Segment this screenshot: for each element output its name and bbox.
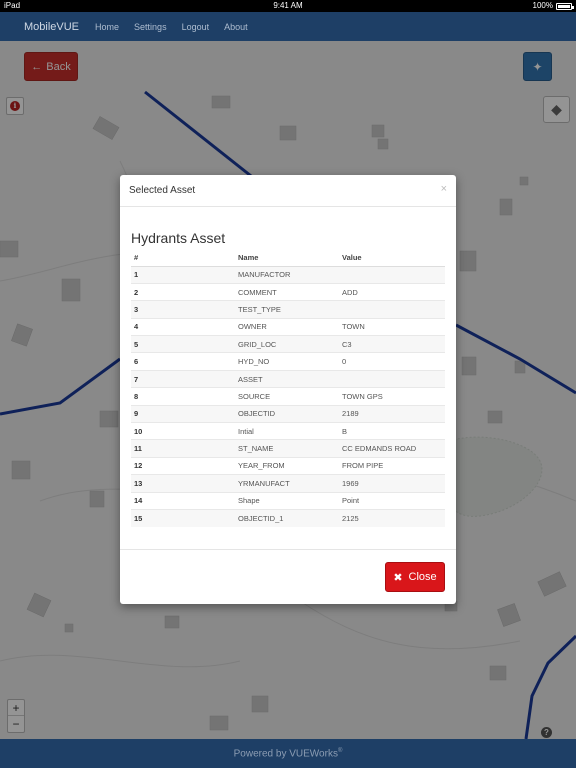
cell-name: MANUFACTOR — [235, 265, 339, 284]
app-brand[interactable]: MobileVUE — [24, 21, 79, 33]
table-row: 14 Shape Point — [131, 491, 445, 510]
battery-icon — [556, 2, 574, 10]
cell-name: OBJECTID_1 — [235, 508, 339, 527]
cell-value: ADD — [339, 282, 445, 301]
cell-value: FROM PIPE — [339, 456, 445, 475]
cell-value: Point — [339, 491, 445, 510]
clock: 9:41 AM — [273, 1, 303, 10]
cell-name: Intial — [235, 422, 339, 440]
top-navbar: MobileVUE Home Settings Logout About — [0, 12, 576, 41]
cell-name: HYD_NO — [235, 352, 339, 371]
table-row: 7 ASSET — [131, 369, 445, 388]
modal-title: Selected Asset — [129, 185, 196, 196]
cell-value — [339, 300, 445, 319]
cell-value: 2125 — [339, 508, 445, 527]
cell-value: B — [339, 422, 445, 440]
table-row: 10 Intial B — [131, 422, 445, 440]
cell-name: OWNER — [235, 317, 339, 336]
cell-number: 13 — [131, 474, 235, 493]
cell-number: 2 — [131, 282, 235, 301]
cell-value: 0 — [339, 352, 445, 371]
close-button[interactable]: ✖ Close — [385, 562, 445, 592]
table-row: 15 OBJECTID_1 2125 — [131, 508, 445, 527]
column-header-number: # — [131, 250, 235, 267]
table-row: 1 MANUFACTOR — [131, 265, 445, 284]
cell-value: TOWN — [339, 317, 445, 336]
registered-mark: ® — [337, 748, 343, 754]
table-row: 13 YRMANUFACT 1969 — [131, 474, 445, 493]
table-row: 5 GRID_LOC C3 — [131, 335, 445, 353]
cell-number: 12 — [131, 456, 235, 475]
cell-name: TEST_TYPE — [235, 300, 339, 319]
close-x-icon: ✖ — [393, 571, 403, 584]
table-row: 3 TEST_TYPE — [131, 300, 445, 319]
footer: Powered by VUEWorks® — [0, 739, 576, 768]
cell-number: 9 — [131, 404, 235, 423]
close-button-label: Close — [408, 571, 437, 583]
cell-number: 14 — [131, 491, 235, 510]
selected-asset-modal: Selected Asset × Hydrants Asset # Name V… — [120, 175, 456, 604]
cell-number: 7 — [131, 369, 235, 388]
battery-indicator: 100% — [532, 0, 574, 12]
nav-about[interactable]: About — [224, 22, 248, 32]
cell-number: 15 — [131, 508, 235, 527]
cell-value: TOWN GPS — [339, 387, 445, 406]
cell-name: YEAR_FROM — [235, 456, 339, 475]
table-row: 11 ST_NAME CC EDMANDS ROAD — [131, 439, 445, 458]
cell-name: GRID_LOC — [235, 335, 339, 353]
table-row: 12 YEAR_FROM FROM PIPE — [131, 456, 445, 475]
nav-home[interactable]: Home — [95, 22, 119, 32]
nav-logout[interactable]: Logout — [182, 22, 210, 32]
table-row: 9 OBJECTID 2189 — [131, 404, 445, 423]
modal-footer-divider — [120, 549, 456, 550]
cell-name: YRMANUFACT — [235, 474, 339, 493]
column-header-name: Name — [235, 250, 339, 267]
modal-header: Selected Asset × — [120, 175, 456, 207]
table-row: 8 SOURCE TOWN GPS — [131, 387, 445, 406]
close-icon[interactable]: × — [441, 183, 447, 195]
cell-name: COMMENT — [235, 282, 339, 301]
footer-text: Powered by VUEWorks — [233, 748, 338, 760]
cell-number: 6 — [131, 352, 235, 371]
battery-percent: 100% — [532, 1, 553, 10]
nav-settings[interactable]: Settings — [134, 22, 167, 32]
cell-number: 3 — [131, 300, 235, 319]
cell-name: ST_NAME — [235, 439, 339, 458]
cell-value — [339, 265, 445, 284]
cell-name: SOURCE — [235, 387, 339, 406]
table-body: 1 MANUFACTOR 2 COMMENT ADD 3 TEST_TYPE 4 OWNER TO… — [131, 265, 445, 527]
cell-number: 8 — [131, 387, 235, 406]
cell-value — [339, 369, 445, 388]
cell-number: 1 — [131, 265, 235, 284]
table-row: 6 HYD_NO 0 — [131, 352, 445, 371]
table-row: 4 OWNER TOWN — [131, 317, 445, 336]
asset-title: Hydrants Asset — [131, 230, 226, 246]
cell-number: 4 — [131, 317, 235, 336]
asset-attributes-table: # Name Value 1 MANUFACTOR 2 COMMENT ADD 3 TEST… — [131, 250, 445, 527]
cell-number: 11 — [131, 439, 235, 458]
status-bar: iPad 9:41 AM 100% — [0, 0, 576, 12]
cell-number: 5 — [131, 335, 235, 353]
cell-name: Shape — [235, 491, 339, 510]
cell-name: OBJECTID — [235, 404, 339, 423]
table-header-row: # Name Value — [131, 250, 445, 267]
cell-value: 2189 — [339, 404, 445, 423]
cell-number: 10 — [131, 422, 235, 440]
table-row: 2 COMMENT ADD — [131, 282, 445, 301]
column-header-value: Value — [339, 250, 445, 267]
cell-value: C3 — [339, 335, 445, 353]
cell-value: 1969 — [339, 474, 445, 493]
cell-name: ASSET — [235, 369, 339, 388]
cell-value: CC EDMANDS ROAD — [339, 439, 445, 458]
